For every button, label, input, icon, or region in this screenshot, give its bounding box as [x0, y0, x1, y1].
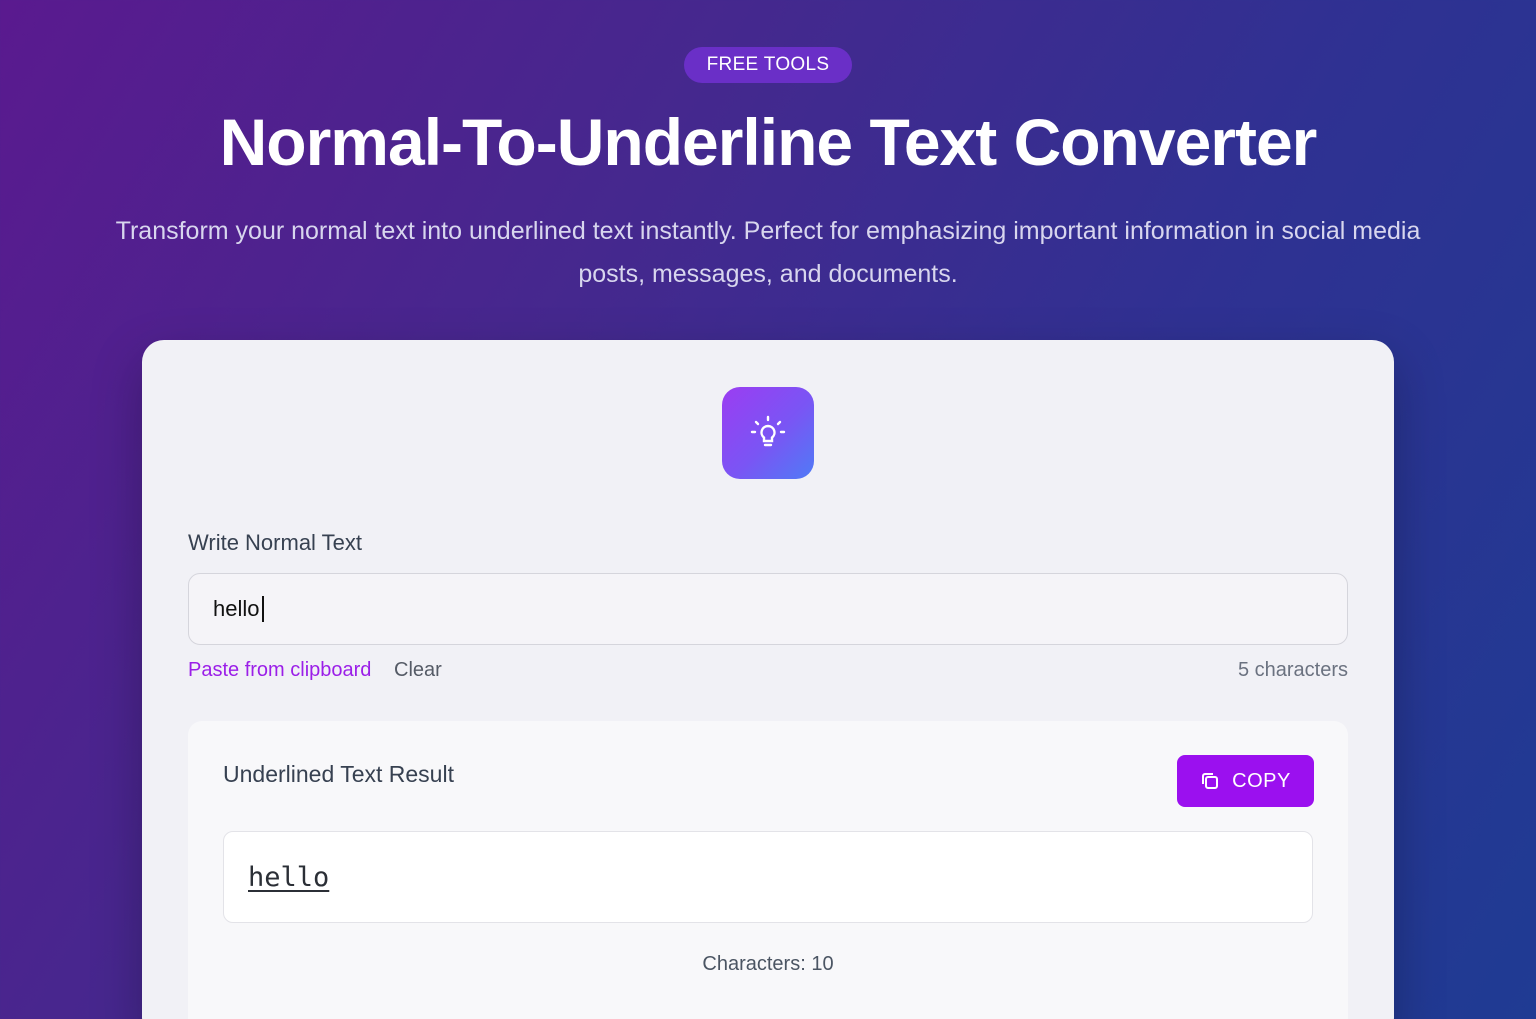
copy-button-label: COPY — [1232, 769, 1291, 792]
page-subtitle: Transform your normal text into underlin… — [115, 217, 1421, 288]
clear-link[interactable]: Clear — [394, 659, 442, 682]
result-output-box[interactable]: hello — [223, 831, 1313, 923]
text-caret — [262, 596, 264, 622]
lightbulb-icon — [722, 387, 814, 479]
input-label: Write Normal Text — [188, 530, 363, 555]
page-title: Normal-To-Underline Text Converter — [219, 105, 1318, 179]
copy-button[interactable]: COPY — [1177, 755, 1314, 807]
free-tools-badge: FREE TOOLS — [684, 47, 852, 83]
paste-from-clipboard-link[interactable]: Paste from clipboard — [188, 659, 371, 682]
result-panel: Underlined Text Result COPY hello Charac… — [188, 721, 1348, 1019]
result-title: Underlined Text Result — [223, 761, 454, 787]
normal-text-input[interactable] — [188, 573, 1348, 645]
copy-icon — [1202, 773, 1219, 789]
underlined-result-text: hello — [248, 861, 330, 893]
converter-card: Write Normal Text Paste from clipboard C… — [142, 340, 1394, 1019]
result-character-count: Characters: 10 — [702, 953, 834, 975]
input-character-count: 5 characters — [1237, 659, 1348, 681]
